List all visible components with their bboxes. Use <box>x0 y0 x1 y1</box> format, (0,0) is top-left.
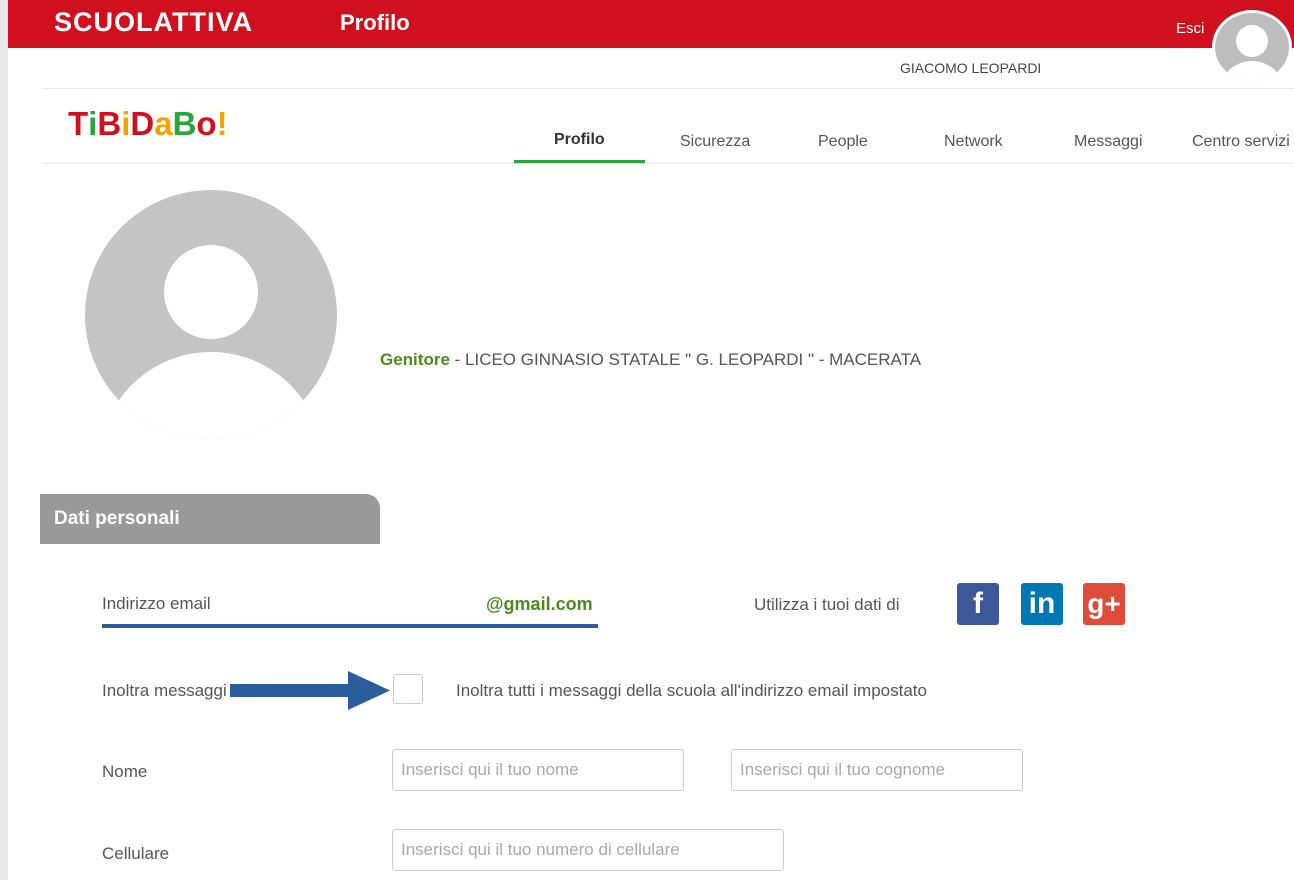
first-name-input[interactable] <box>392 749 684 791</box>
profile-avatar[interactable] <box>85 190 337 440</box>
last-name-input[interactable] <box>731 749 1023 791</box>
brand-logo[interactable]: SCUOLATTIVA <box>54 9 253 36</box>
forward-messages-checkbox[interactable] <box>393 674 423 704</box>
top-bar: SCUOLATTIVA Profilo Esci <box>8 0 1294 48</box>
active-tab-indicator <box>514 160 645 163</box>
social-login-label: Utilizza i tuoi dati di <box>754 595 900 614</box>
cellulare-label: Cellulare <box>102 844 170 863</box>
email-label: Indirizzo email <box>102 594 211 613</box>
forward-messages-label: Inoltra messaggi <box>102 681 227 700</box>
logout-link[interactable]: Esci <box>1176 20 1204 37</box>
tab-centro-servizi[interactable]: Centro servizi <box>1192 133 1290 151</box>
mobile-number-input[interactable] <box>392 829 784 871</box>
tab-profilo[interactable]: Profilo <box>554 131 605 149</box>
role-separator: - <box>449 350 466 369</box>
tab-messaggi[interactable]: Messaggi <box>1074 133 1142 151</box>
profile-role: Genitore <box>380 350 450 369</box>
app-title: Profilo <box>340 10 410 35</box>
tab-network[interactable]: Network <box>944 133 1003 151</box>
linkedin-icon[interactable]: in <box>1021 583 1063 625</box>
facebook-icon[interactable]: f <box>957 583 999 625</box>
tab-sicurezza[interactable]: Sicurezza <box>680 133 750 151</box>
left-rail <box>0 0 8 880</box>
section-dati-personali: Dati personali <box>40 494 380 544</box>
email-annotation-underline <box>102 624 598 628</box>
profile-role-line: Genitore - LICEO GINNASIO STATALE " G. L… <box>380 350 921 370</box>
google-plus-icon[interactable]: g+ <box>1083 583 1125 625</box>
profile-school: LICEO GINNASIO STATALE " G. LEOPARDI " -… <box>465 350 922 369</box>
user-strip: GIACOMO LEOPARDI <box>42 48 1294 89</box>
tab-people[interactable]: People <box>818 133 868 151</box>
profile-avatar-head-shape <box>164 245 258 339</box>
nome-label: Nome <box>102 762 148 781</box>
main-nav: TiBiDaBo! Profilo Sicurezza People Netwo… <box>42 89 1294 164</box>
profile-avatar-body-shape <box>99 352 323 440</box>
forward-messages-description: Inoltra tutti i messaggi della scuola al… <box>456 681 927 700</box>
email-value: @gmail.com <box>486 594 593 614</box>
annotation-arrow-icon <box>230 671 390 710</box>
user-name: GIACOMO LEOPARDI <box>900 60 1042 76</box>
tibidabo-logo[interactable]: TiBiDaBo! <box>68 107 228 140</box>
